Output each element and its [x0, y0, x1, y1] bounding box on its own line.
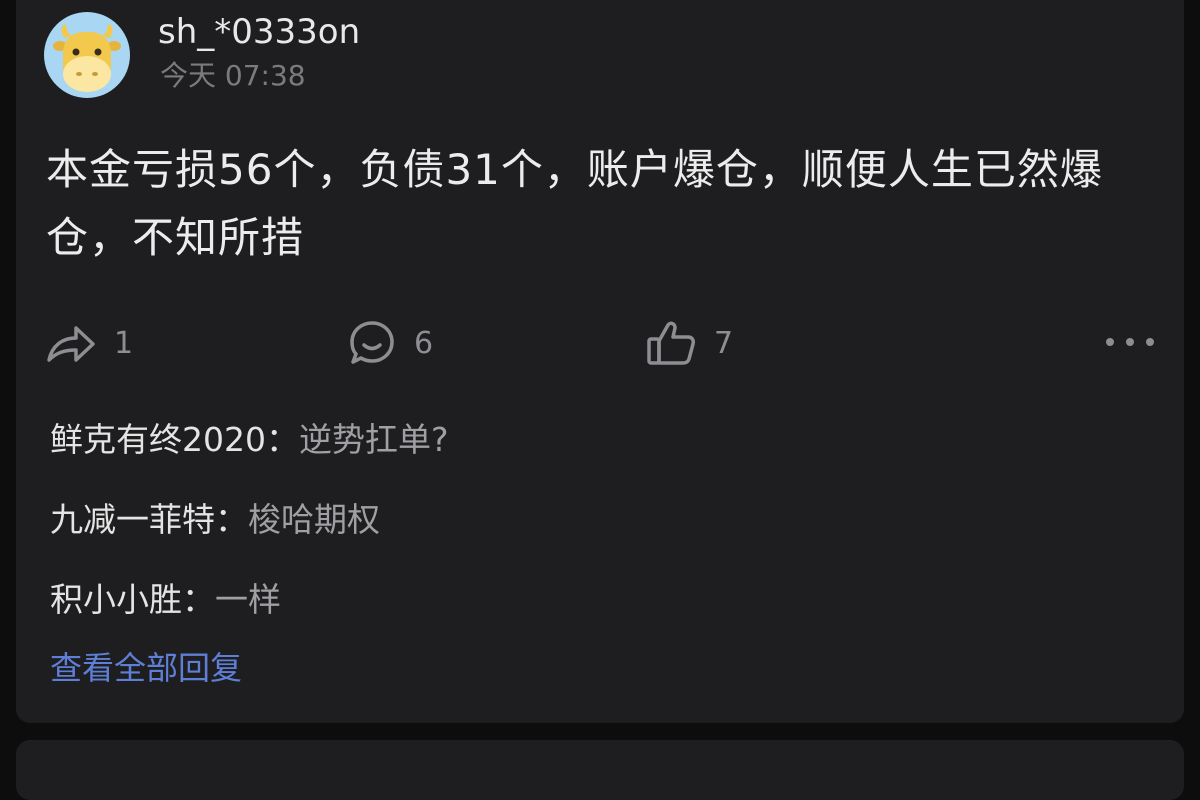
like-button[interactable]: 7 — [646, 318, 733, 368]
avatar[interactable] — [44, 12, 130, 98]
thumbs-up-icon — [647, 321, 695, 365]
comment-bubble-icon — [350, 321, 394, 364]
more-dots-icon — [1106, 338, 1114, 346]
share-button[interactable]: 1 — [46, 318, 133, 368]
reply-item[interactable]: 积小小胜：一样 — [50, 578, 281, 622]
reply-content: 一样 — [215, 580, 281, 619]
reply-item[interactable]: 鲜克有终2020：逆势扛单? — [50, 418, 449, 462]
reply-author[interactable]: 鲜克有终2020： — [50, 420, 299, 459]
view-all-replies-link[interactable]: 查看全部回复 — [50, 646, 242, 690]
more-button[interactable] — [1106, 330, 1154, 354]
reply-author[interactable]: 九减一菲特： — [50, 500, 248, 539]
reply-item[interactable]: 九减一菲特：梭哈期权 — [50, 498, 380, 542]
next-post-card — [16, 740, 1184, 800]
cow-avatar-icon — [53, 24, 121, 92]
reply-author[interactable]: 积小小胜： — [50, 580, 215, 619]
post-text: 本金亏损56个，负债31个，账户爆仓，顺便人生已然爆仓，不知所措 — [46, 145, 1103, 262]
username[interactable]: sh_*0333on — [158, 12, 360, 52]
post-time: 今天 07:38 — [160, 59, 306, 92]
like-count: 7 — [714, 325, 734, 361]
reply-content: 逆势扛单? — [298, 420, 449, 459]
share-count: 1 — [114, 325, 134, 361]
comment-count: 6 — [414, 325, 434, 361]
share-arrow-icon — [47, 326, 95, 362]
comment-button[interactable]: 6 — [348, 318, 433, 368]
reply-content: 梭哈期权 — [248, 500, 380, 539]
